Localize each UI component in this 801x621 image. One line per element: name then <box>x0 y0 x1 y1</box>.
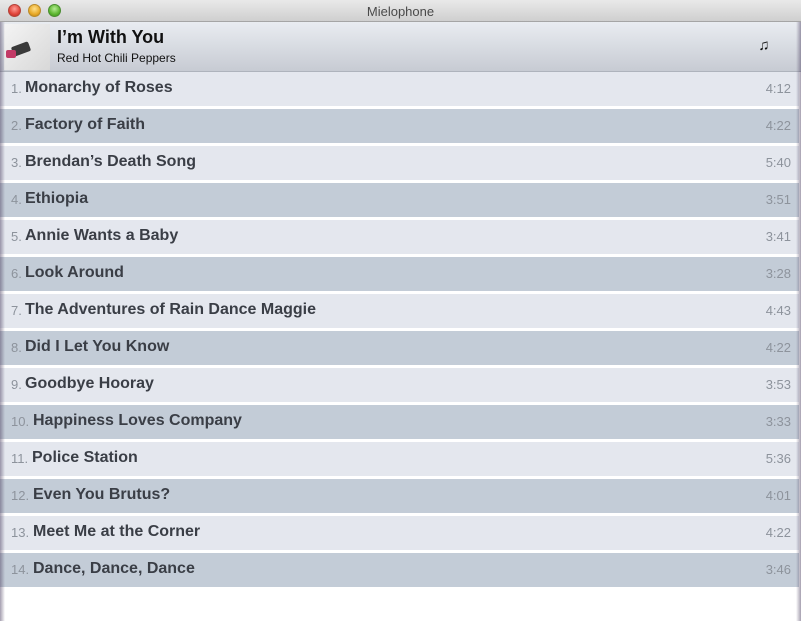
track-duration: 4:12 <box>765 81 791 96</box>
track-row[interactable]: 9. Goodbye Hooray 3:53 <box>0 368 799 402</box>
track-title: Police Station <box>32 449 138 466</box>
track-number: 3. <box>11 155 22 170</box>
track-number: 11. <box>11 451 29 466</box>
window-title: Mielophone <box>366 4 435 19</box>
track-duration: 5:40 <box>765 155 791 170</box>
track-list: 1. Monarchy of Roses 4:12 2. Factory of … <box>0 72 801 590</box>
music-note-icon[interactable]: ♫ <box>757 37 771 55</box>
track-number: 6. <box>11 266 22 281</box>
track-row[interactable]: 10. Happiness Loves Company 3:33 <box>0 405 799 439</box>
track-number: 5. <box>11 229 22 244</box>
track-duration: 4:22 <box>765 340 791 355</box>
track-title: Factory of Faith <box>25 116 146 133</box>
track-number: 4. <box>11 192 22 207</box>
track-row[interactable]: 5. Annie Wants a Baby 3:41 <box>0 220 799 254</box>
track-duration: 3:33 <box>765 414 791 429</box>
track-duration: 4:22 <box>765 118 791 133</box>
track-title: Goodbye Hooray <box>25 375 154 392</box>
track-title: Brendan’s Death Song <box>25 153 196 170</box>
track-title: Look Around <box>25 264 124 281</box>
title-bar: Mielophone <box>0 0 801 22</box>
track-number: 8. <box>11 340 22 355</box>
track-number: 13. <box>11 525 30 540</box>
track-title: Annie Wants a Baby <box>25 227 179 244</box>
track-number: 14. <box>11 562 30 577</box>
track-duration: 3:41 <box>765 229 791 244</box>
track-row[interactable]: 11. Police Station 5:36 <box>0 442 799 476</box>
track-title: Meet Me at the Corner <box>33 523 201 540</box>
track-title: Even You Brutus? <box>33 486 171 503</box>
track-duration: 5:36 <box>765 451 791 466</box>
track-duration: 3:28 <box>765 266 791 281</box>
album-artist: Red Hot Chili Peppers <box>57 51 176 65</box>
album-title: I’m With You <box>57 27 165 47</box>
track-row[interactable]: 1. Monarchy of Roses 4:12 <box>0 72 799 106</box>
track-row[interactable]: 3. Brendan’s Death Song 5:40 <box>0 146 799 180</box>
track-number: 12. <box>11 488 30 503</box>
track-number: 2. <box>11 118 22 133</box>
track-title: The Adventures of Rain Dance Maggie <box>25 301 317 318</box>
track-title: Monarchy of Roses <box>25 79 173 96</box>
track-row[interactable]: 4. Ethiopia 3:51 <box>0 183 799 217</box>
track-number: 1. <box>11 81 22 96</box>
track-row[interactable]: 8. Did I Let You Know 4:22 <box>0 331 799 365</box>
track-row[interactable]: 14. Dance, Dance, Dance 3:46 <box>0 553 799 587</box>
track-row[interactable]: 2. Factory of Faith 4:22 <box>0 109 799 143</box>
album-header: I’m With You Red Hot Chili Peppers ♫ <box>0 22 801 72</box>
track-title: Dance, Dance, Dance <box>33 560 195 577</box>
track-row[interactable]: 13. Meet Me at the Corner 4:22 <box>0 516 799 550</box>
track-title: Ethiopia <box>25 190 89 207</box>
track-row[interactable]: 6. Look Around 3:28 <box>0 257 799 291</box>
track-title: Did I Let You Know <box>25 338 170 355</box>
track-duration: 3:53 <box>765 377 791 392</box>
track-number: 9. <box>11 377 22 392</box>
track-row[interactable]: 12. Even You Brutus? 4:01 <box>0 479 799 513</box>
track-duration: 4:22 <box>765 525 791 540</box>
track-duration: 3:46 <box>765 562 791 577</box>
track-row[interactable]: 7. The Adventures of Rain Dance Maggie 4… <box>0 294 799 328</box>
track-number: 7. <box>11 303 22 318</box>
track-duration: 4:01 <box>765 488 791 503</box>
track-number: 10. <box>11 414 30 429</box>
track-title: Happiness Loves Company <box>33 412 242 429</box>
track-duration: 3:51 <box>765 192 791 207</box>
track-duration: 4:43 <box>765 303 791 318</box>
album-art <box>4 24 50 70</box>
